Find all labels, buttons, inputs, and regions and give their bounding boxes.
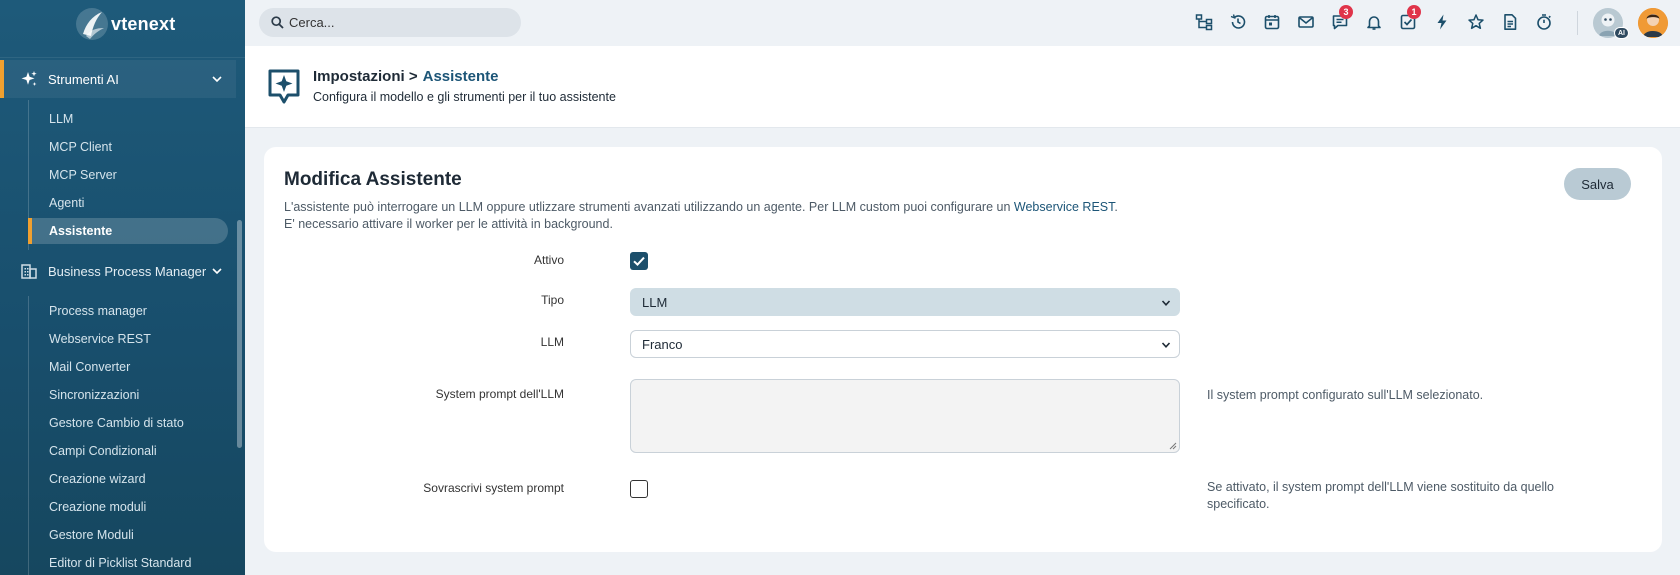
- sidebar-item-llm[interactable]: LLM: [28, 106, 228, 132]
- override-label: Sovrascrivi system prompt: [423, 481, 564, 495]
- llm-select[interactable]: Franco: [630, 330, 1180, 358]
- override-help: Se attivato, il system prompt dell'LLM v…: [1207, 480, 1555, 511]
- card-description: L'assistente può interrogare un LLM oppu…: [284, 199, 1118, 233]
- user-avatar-icon: [1638, 8, 1668, 38]
- sidebar-item-creazione-wizard[interactable]: Creazione wizard: [28, 466, 228, 492]
- sidebar-item-process-manager[interactable]: Process manager: [28, 298, 228, 324]
- resize-grip-icon[interactable]: [1169, 442, 1177, 450]
- edit-assistant-card: Modifica Assistente Salva L'assistente p…: [264, 147, 1662, 552]
- llm-select-value: Franco: [642, 336, 683, 352]
- sidebar-item-mcp-server[interactable]: MCP Server: [28, 162, 228, 188]
- sidebar-section-strumenti-ai[interactable]: Strumenti AI: [0, 60, 236, 98]
- chevron-down-icon: [1161, 342, 1171, 348]
- assistant-icon: [268, 69, 300, 104]
- sidebar-item-sincronizzazioni[interactable]: Sincronizzazioni: [28, 382, 228, 408]
- checkmark-icon: [633, 256, 645, 267]
- sidebar-item-editor-picklist[interactable]: Editor di Picklist Standard: [28, 550, 228, 575]
- sidebar-section-label: Business Process Manager: [48, 263, 207, 279]
- webservice-rest-link[interactable]: Webservice REST: [1014, 200, 1115, 214]
- task-badge: 1: [1407, 5, 1421, 19]
- sidebar-divider: [0, 57, 245, 58]
- ai-tag: AI: [1614, 27, 1629, 39]
- description-worker-note: E' necessario attivare il worker per le …: [284, 217, 613, 231]
- bell-icon[interactable]: [1364, 12, 1384, 32]
- description-period: .: [1114, 200, 1118, 214]
- chat-badge: 3: [1339, 5, 1353, 19]
- chevron-down-icon: [212, 268, 222, 275]
- search-input[interactable]: [289, 15, 509, 30]
- sidebar-item-creazione-moduli[interactable]: Creazione moduli: [28, 494, 228, 520]
- sidebar-item-mcp-client[interactable]: MCP Client: [28, 134, 228, 160]
- sidebar-section-bpm[interactable]: Business Process Manager: [0, 252, 236, 290]
- system-prompt-textarea[interactable]: [630, 379, 1180, 453]
- sidebar-item-webservice-rest[interactable]: Webservice REST: [28, 326, 228, 352]
- page-header: Impostazioni > Assistente Configura il mo…: [245, 46, 1680, 128]
- building-icon: [21, 264, 37, 279]
- card-title: Modifica Assistente: [284, 169, 462, 190]
- tipo-label: Tipo: [541, 293, 564, 307]
- brand-name: vtenext: [111, 13, 176, 34]
- mail-icon[interactable]: [1296, 12, 1316, 32]
- sidebar-section-label: Strumenti AI: [48, 71, 119, 87]
- sidebar-item-assistente[interactable]: Assistente: [28, 218, 228, 244]
- chevron-down-icon: [212, 76, 222, 83]
- top-bar: 3 1 AI: [245, 0, 1680, 46]
- topbar-separator: [1577, 11, 1578, 35]
- sparkles-icon: [21, 71, 37, 86]
- system-prompt-label: System prompt dell'LLM: [435, 387, 564, 401]
- llm-label: LLM: [540, 335, 564, 349]
- save-button[interactable]: Salva: [1564, 168, 1631, 200]
- star-icon[interactable]: [1466, 12, 1486, 32]
- sidebar-item-mail-converter[interactable]: Mail Converter: [28, 354, 228, 380]
- system-prompt-help: Il system prompt configurato sull'LLM se…: [1207, 388, 1484, 402]
- sidebar-item-campi-condizionali[interactable]: Campi Condizionali: [28, 438, 228, 464]
- sidebar-scrollbar[interactable]: [237, 220, 242, 448]
- attivo-checkbox[interactable]: [630, 252, 648, 270]
- sidebar-item-gestore-cambio-stato[interactable]: Gestore Cambio di stato: [28, 410, 228, 436]
- hierarchy-icon[interactable]: [1194, 12, 1214, 32]
- search-box[interactable]: [259, 8, 521, 37]
- sidebar-item-agenti[interactable]: Agenti: [28, 190, 228, 216]
- breadcrumb-parent[interactable]: Impostazioni >: [313, 68, 418, 85]
- task-icon[interactable]: 1: [1398, 5, 1421, 32]
- search-icon: [271, 16, 284, 29]
- description-text: L'assistente può interrogare un LLM oppu…: [284, 200, 1014, 214]
- history-icon[interactable]: [1228, 12, 1248, 32]
- override-checkbox[interactable]: [630, 480, 648, 498]
- chevron-down-icon: [1161, 300, 1171, 306]
- user-avatar[interactable]: [1638, 8, 1668, 38]
- sidebar-item-gestore-moduli[interactable]: Gestore Moduli: [28, 522, 228, 548]
- sidebar: vtenext Strumenti AI LLM MCP Client MCP …: [0, 0, 245, 575]
- flash-icon[interactable]: [1432, 12, 1452, 32]
- page-subtitle: Configura il modello e gli strumenti per…: [313, 90, 616, 104]
- document-icon[interactable]: [1500, 12, 1520, 32]
- tipo-select[interactable]: LLM: [630, 288, 1180, 316]
- attivo-label: Attivo: [533, 253, 564, 267]
- calendar-icon[interactable]: [1262, 12, 1282, 32]
- timer-icon[interactable]: [1534, 12, 1554, 32]
- chat-icon[interactable]: 3: [1330, 5, 1353, 32]
- breadcrumb-current: Assistente: [422, 68, 499, 85]
- vtenext-logo-icon: [74, 6, 110, 42]
- logo[interactable]: vtenext: [74, 6, 175, 42]
- breadcrumb: Impostazioni > Assistente: [313, 68, 498, 85]
- tipo-select-value: LLM: [642, 294, 668, 310]
